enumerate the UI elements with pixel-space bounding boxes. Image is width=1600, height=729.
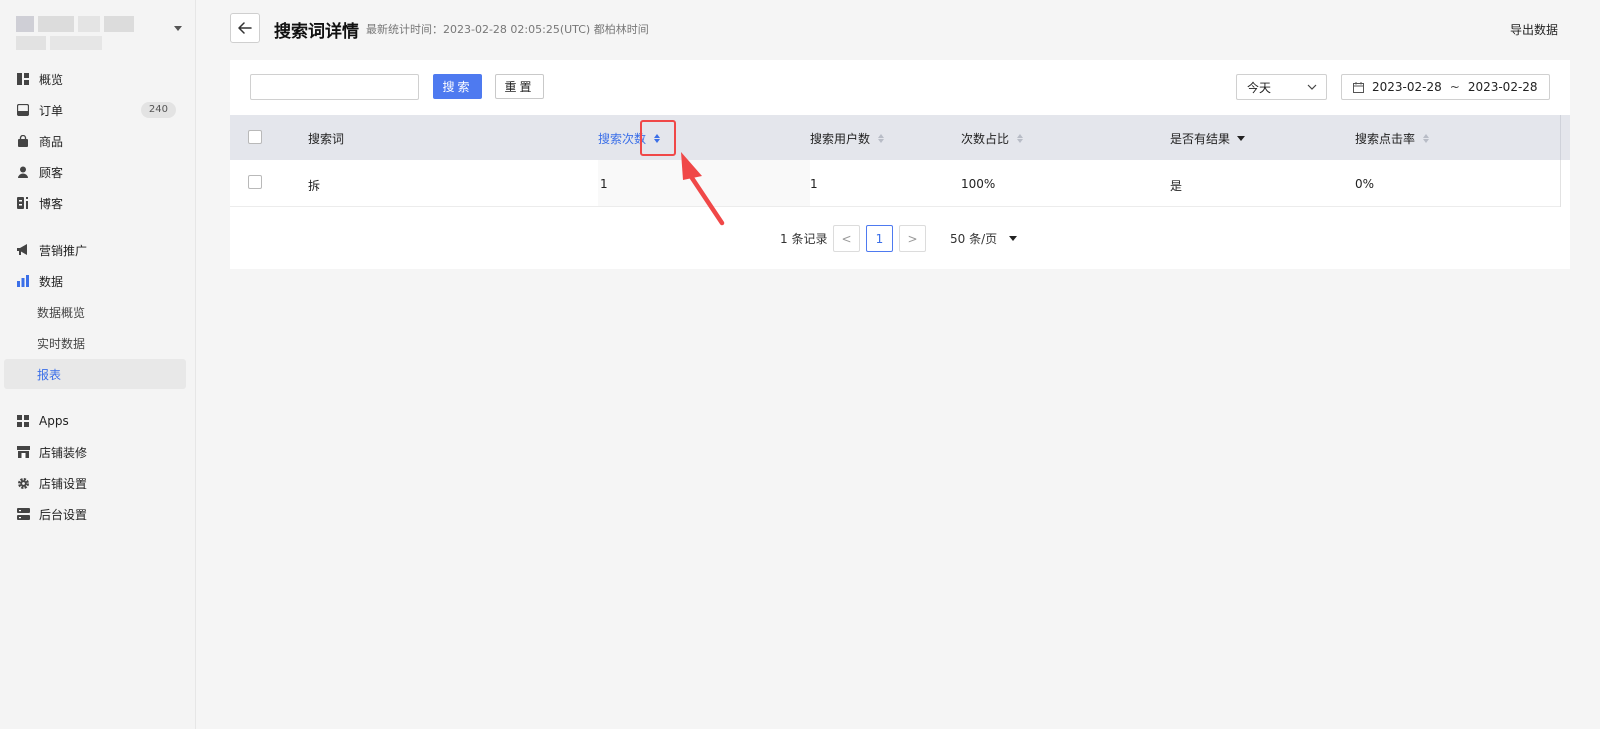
- sidebar-item-store-settings[interactable]: 店铺设置: [4, 468, 186, 498]
- column-header-count-share[interactable]: 次数占比: [961, 130, 1024, 147]
- bag-icon: [16, 134, 30, 148]
- row-checkbox[interactable]: [248, 175, 262, 189]
- column-header-search-users[interactable]: 搜索用户数: [810, 130, 885, 147]
- select-all-checkbox[interactable]: [248, 130, 262, 144]
- table-header: 搜索词 搜索次数 搜索用户数 次数占比 是否有结果 搜索点击率: [230, 115, 1560, 160]
- period-select-value: 今天: [1247, 80, 1272, 95]
- keyword-search-input[interactable]: [250, 74, 419, 100]
- cell-has-results: 是: [1170, 179, 1183, 193]
- sidebar-item-label: 店铺设置: [39, 476, 88, 491]
- last-updated-time: 最新统计时间：2023-02-28 02:05:25(UTC) 都柏林时间: [366, 23, 649, 36]
- export-data-link[interactable]: 导出数据: [1510, 21, 1558, 38]
- column-header-click-rate[interactable]: 搜索点击率: [1355, 130, 1430, 147]
- cell-click-rate: 0%: [1355, 177, 1375, 191]
- sidebar-item-label: 实时数据: [37, 336, 86, 351]
- inbox-icon: [16, 103, 30, 117]
- annotation-highlight-box: [640, 120, 676, 156]
- store-switcher[interactable]: [16, 14, 186, 54]
- reset-button[interactable]: 重置: [495, 74, 544, 99]
- date-range-picker[interactable]: 2023-02-28 ~ 2023-02-28: [1341, 74, 1550, 100]
- megaphone-icon: [16, 243, 30, 257]
- sort-icon[interactable]: [1017, 134, 1024, 143]
- cell-keyword: 拆: [308, 179, 321, 193]
- sidebar: 概览 订单 240 商品 顾客 博客 营销推广 数据 数据概览 实时数据 报表 …: [0, 0, 196, 729]
- sidebar-item-label: Apps: [39, 414, 69, 428]
- sidebar-item-label: 数据: [39, 274, 64, 289]
- sidebar-item-label: 博客: [39, 196, 64, 211]
- sidebar-item-marketing[interactable]: 营销推广: [4, 235, 186, 265]
- pagination-total: 1 条记录: [780, 232, 828, 246]
- sidebar-item-label: 顾客: [39, 165, 64, 180]
- person-icon: [16, 165, 30, 179]
- server-icon: [16, 507, 30, 521]
- sidebar-item-label: 营销推广: [39, 243, 88, 258]
- table-row-divider: [1560, 160, 1561, 207]
- sidebar-item-label: 商品: [39, 134, 64, 149]
- cell-search-users: 1: [810, 177, 818, 191]
- sidebar-subitem-reports[interactable]: 报表: [4, 359, 186, 389]
- caret-down-icon: [1009, 236, 1018, 241]
- filter-dropdown-icon[interactable]: [1237, 136, 1246, 141]
- sidebar-item-store-design[interactable]: 店铺装修: [4, 437, 186, 467]
- store-logo-blurred: [16, 14, 136, 52]
- storefront-icon: [16, 445, 30, 459]
- sidebar-item-products[interactable]: 商品: [4, 126, 186, 156]
- sidebar-item-label: 订单: [39, 103, 64, 118]
- sort-icon[interactable]: [1423, 134, 1430, 143]
- chevron-down-icon: [1307, 84, 1317, 90]
- sidebar-item-data[interactable]: 数据: [4, 266, 186, 296]
- page-title: 搜索词详情: [274, 22, 359, 42]
- next-page-button[interactable]: >: [899, 225, 926, 252]
- sidebar-item-admin-settings[interactable]: 后台设置: [4, 499, 186, 529]
- sidebar-item-label: 后台设置: [39, 507, 88, 522]
- date-range-end: 2023-02-28: [1467, 80, 1538, 94]
- table-row: 拆 1 1 100% 是 0%: [230, 160, 1560, 207]
- orders-count-badge: 240: [140, 102, 176, 118]
- sidebar-item-label: 数据概览: [37, 305, 86, 320]
- sort-icon[interactable]: [878, 134, 885, 143]
- arrow-left-icon: [238, 22, 252, 34]
- apps-icon: [16, 414, 30, 428]
- annotation-arrow-icon: [681, 152, 725, 226]
- gear-icon: [16, 476, 30, 490]
- sidebar-subitem-realtime-data[interactable]: 实时数据: [4, 328, 186, 358]
- prev-page-button[interactable]: <: [833, 225, 860, 252]
- cell-search-count: 1: [600, 177, 608, 191]
- sidebar-item-orders[interactable]: 订单 240: [4, 95, 186, 125]
- cell-count-share: 100%: [961, 177, 996, 191]
- sidebar-subitem-data-overview[interactable]: 数据概览: [4, 297, 186, 327]
- calendar-icon: [1353, 81, 1364, 93]
- page-number-button[interactable]: 1: [866, 225, 893, 252]
- sidebar-item-customers[interactable]: 顾客: [4, 157, 186, 187]
- sidebar-item-apps[interactable]: Apps: [4, 406, 186, 436]
- table-header-scroll-gutter: [1560, 115, 1570, 160]
- chevron-down-icon[interactable]: [174, 26, 182, 31]
- column-header-keyword: 搜索词: [308, 132, 345, 146]
- back-button[interactable]: [230, 13, 260, 43]
- sidebar-item-label: 概览: [39, 72, 64, 87]
- page-size-value: 50 条/页: [950, 232, 998, 246]
- blog-icon: [16, 196, 30, 210]
- search-button[interactable]: 搜索: [433, 74, 482, 99]
- date-range-start: 2023-02-28: [1372, 80, 1442, 94]
- period-select[interactable]: 今天: [1236, 74, 1327, 100]
- sidebar-item-label: 店铺装修: [39, 445, 88, 460]
- sidebar-item-blog[interactable]: 博客: [4, 188, 186, 218]
- bar-chart-icon: [16, 274, 30, 288]
- date-range-separator: ~: [1449, 80, 1460, 94]
- column-header-has-results[interactable]: 是否有结果: [1170, 130, 1246, 147]
- sidebar-item-label: 报表: [37, 367, 62, 382]
- sidebar-item-overview[interactable]: 概览: [4, 64, 186, 94]
- page-size-select[interactable]: 50 条/页: [950, 230, 1018, 247]
- dashboard-icon: [16, 72, 30, 86]
